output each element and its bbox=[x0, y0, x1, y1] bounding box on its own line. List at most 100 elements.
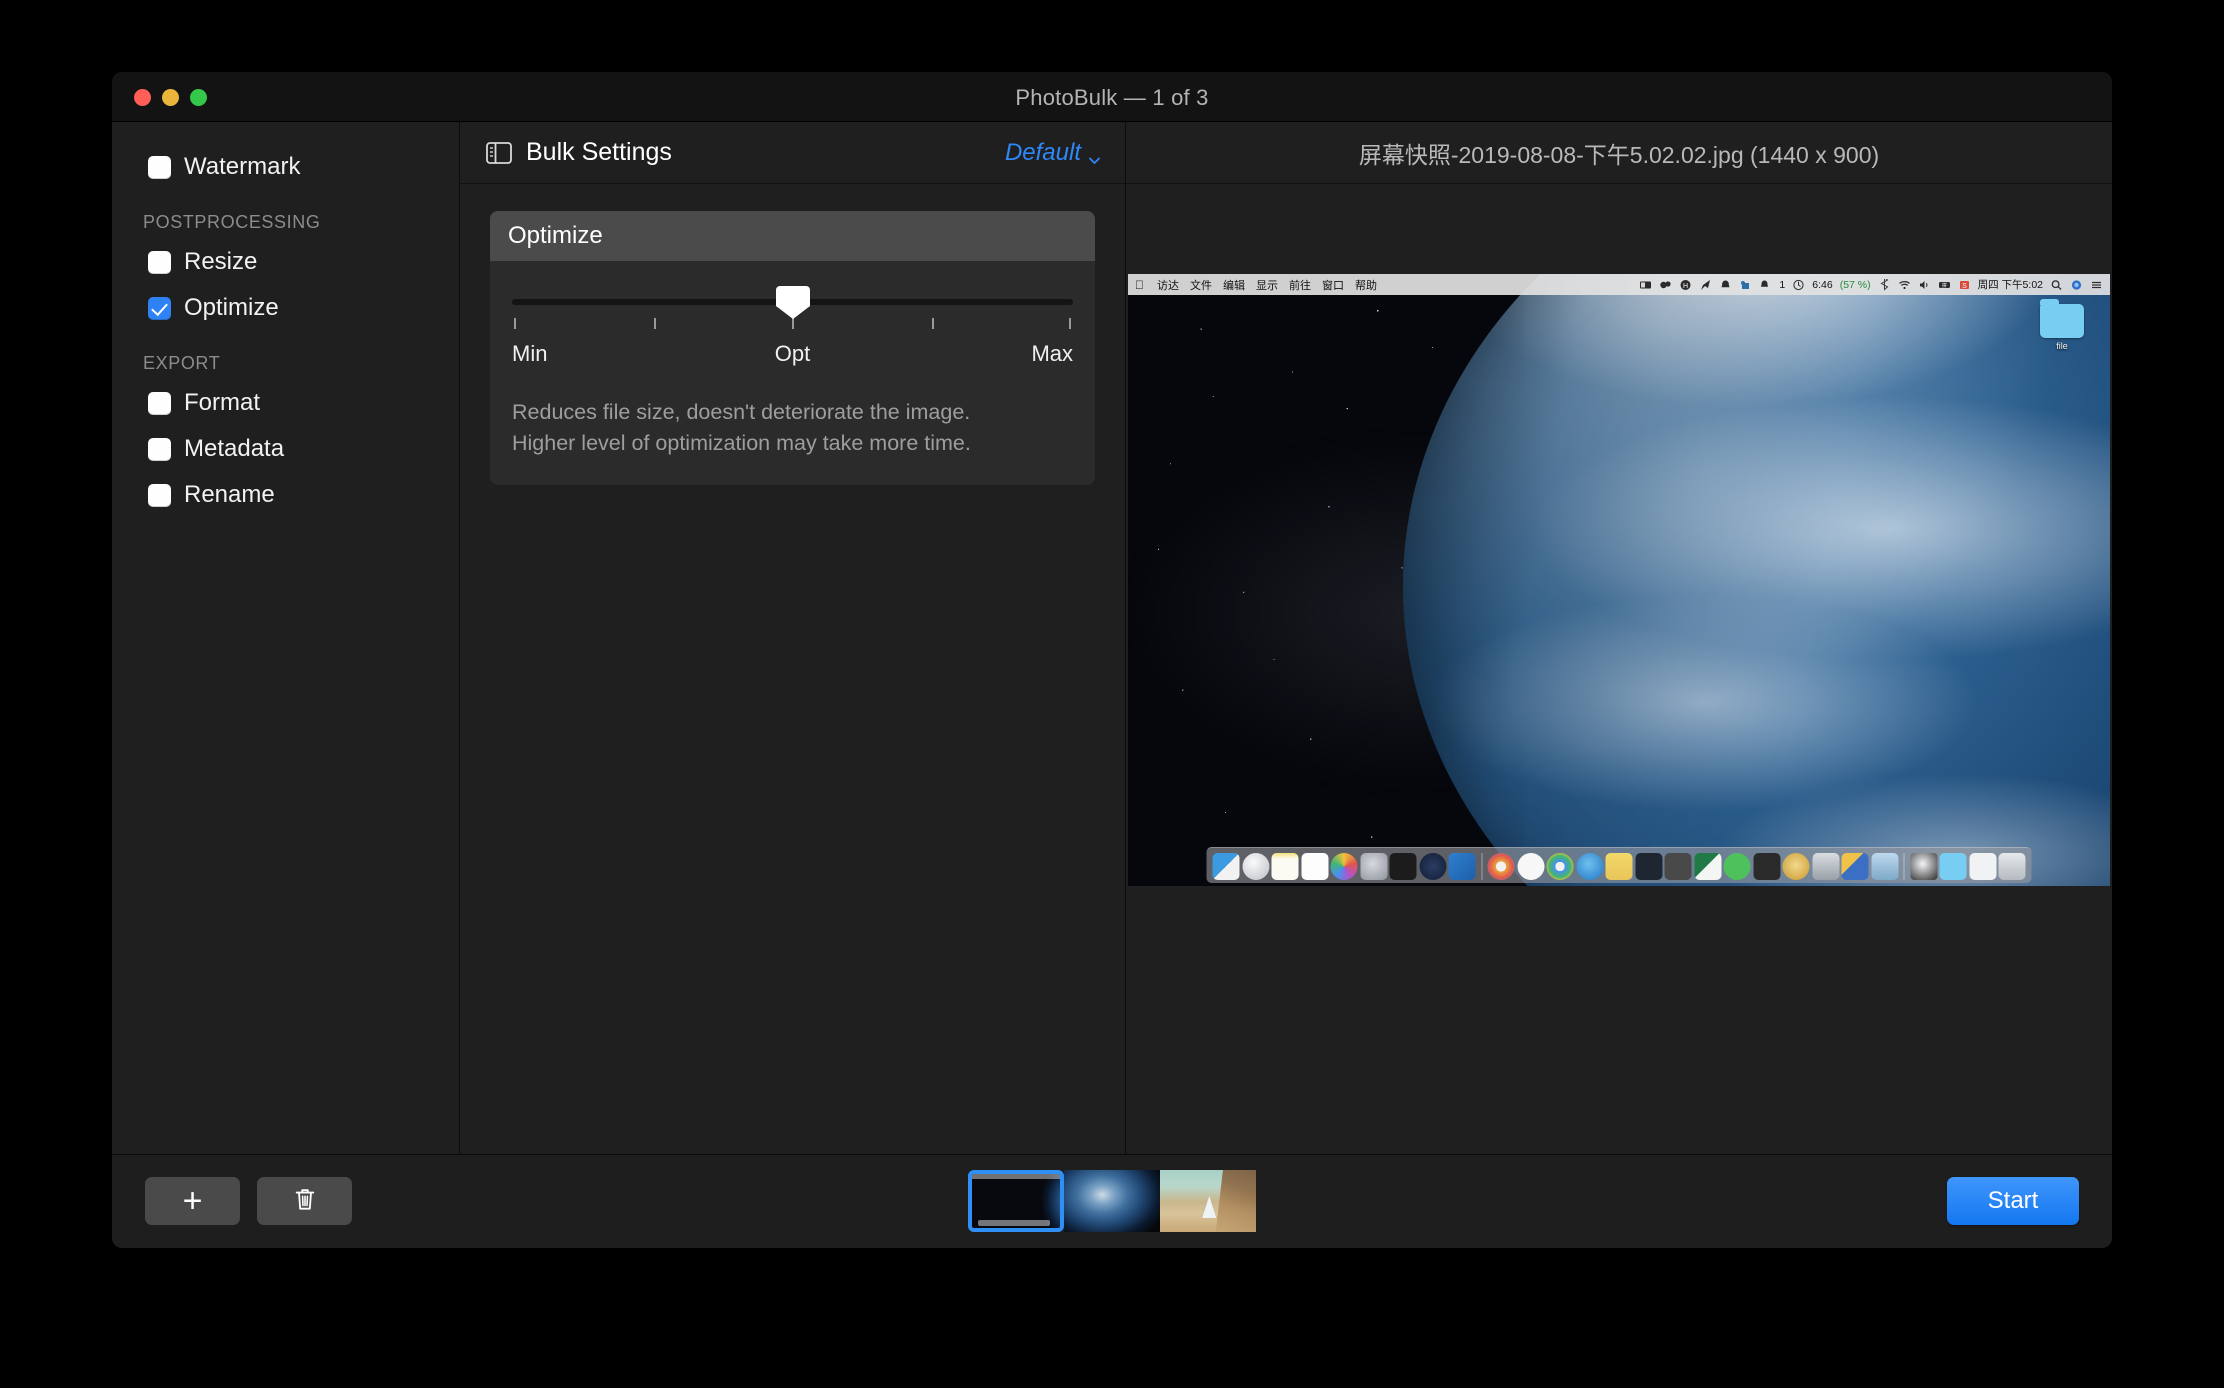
dock-item-stickies[interactable] bbox=[1605, 853, 1633, 880]
dock-item-notes[interactable] bbox=[1271, 853, 1299, 880]
notification-count: 1 bbox=[1779, 278, 1786, 291]
bell-count-icon[interactable] bbox=[1759, 279, 1772, 291]
trash-icon bbox=[293, 1186, 317, 1217]
image-preview[interactable]:  访达 文件 编辑 显示 前往 窗口 帮助 bbox=[1128, 274, 2110, 886]
titlebar: PhotoBulk — 1 of 3 bbox=[112, 72, 2112, 122]
start-button[interactable]: Start bbox=[1947, 1177, 2079, 1225]
menu-help[interactable]: 帮助 bbox=[1355, 277, 1377, 293]
menu-window[interactable]: 窗口 bbox=[1322, 277, 1344, 293]
dock-item-qq[interactable] bbox=[1517, 853, 1544, 880]
metadata-checkbox[interactable] bbox=[148, 437, 171, 461]
dock-item-terminal[interactable] bbox=[1389, 853, 1417, 880]
watermark-checkbox[interactable] bbox=[148, 155, 171, 179]
dock-item-trash[interactable] bbox=[1998, 853, 2026, 880]
bluetooth-icon[interactable] bbox=[1878, 275, 1891, 291]
siri-icon[interactable] bbox=[2070, 279, 2083, 291]
battery-percent: (57 %) bbox=[1839, 278, 1871, 291]
menu-go[interactable]: 前往 bbox=[1289, 277, 1311, 293]
dock-item-code-editor[interactable] bbox=[1753, 853, 1780, 880]
thumbnail-item-1[interactable] bbox=[968, 1170, 1064, 1232]
dock-item-chrome-canary[interactable] bbox=[1487, 853, 1515, 880]
dock-item-navicat[interactable] bbox=[1782, 853, 1810, 880]
screen-icon[interactable] bbox=[1639, 279, 1652, 291]
dock-item-sublime[interactable] bbox=[1664, 853, 1692, 880]
dock-item-truck[interactable] bbox=[1841, 853, 1869, 880]
desktop-icon-file[interactable]: file bbox=[2034, 299, 2090, 351]
rename-checkbox[interactable] bbox=[148, 483, 171, 507]
preset-dropdown[interactable]: Default bbox=[1005, 139, 1101, 167]
add-files-button[interactable]: + bbox=[145, 1177, 240, 1225]
menubar-status-items: H 1 6:46 (57 %) 拼 S 周四 下午5:02 bbox=[1639, 275, 2103, 292]
sidebar-group-postprocessing: POSTPROCESSING bbox=[143, 212, 321, 232]
dock-item-disk[interactable] bbox=[1910, 853, 1937, 880]
sogou-icon[interactable]: S bbox=[1958, 279, 1971, 291]
slider-tick bbox=[791, 318, 794, 329]
dock-item-excel[interactable] bbox=[1694, 853, 1721, 880]
volume-icon[interactable] bbox=[1918, 279, 1931, 291]
dock-item-activity-monitor[interactable] bbox=[1635, 853, 1662, 880]
sidebar: Watermark POSTPROCESSING Resize Optimize… bbox=[112, 122, 460, 1154]
format-checkbox[interactable] bbox=[148, 391, 171, 415]
sidebar-item-optimize[interactable]: Optimize bbox=[112, 285, 459, 331]
sidebar-item-resize[interactable]: Resize bbox=[112, 239, 459, 285]
dock-item-chrome[interactable] bbox=[1546, 853, 1574, 880]
slider-thumb[interactable] bbox=[775, 286, 810, 319]
dock-item-reminders[interactable] bbox=[1301, 853, 1328, 880]
delete-files-button[interactable] bbox=[257, 1177, 352, 1225]
thumbnail-item-3[interactable] bbox=[1160, 1170, 1256, 1232]
notification-center-icon[interactable] bbox=[2090, 279, 2103, 291]
sidebar-item-label: Rename bbox=[184, 481, 275, 508]
evernote-icon[interactable] bbox=[1739, 279, 1752, 291]
rocket-icon[interactable] bbox=[1699, 279, 1712, 291]
dock-item-documents-folder[interactable] bbox=[1969, 853, 1996, 880]
sidebar-item-format[interactable]: Format bbox=[112, 380, 459, 426]
menubar-clock[interactable]: 周四 下午5:02 bbox=[1978, 277, 2043, 292]
h-circle-icon[interactable]: H bbox=[1679, 279, 1692, 291]
input-source-icon[interactable]: 拼 bbox=[1938, 279, 1951, 291]
search-icon[interactable] bbox=[2050, 279, 2063, 291]
screenshot-desktop:  访达 文件 编辑 显示 前往 窗口 帮助 bbox=[1128, 274, 2110, 886]
sidebar-item-watermark[interactable]: Watermark bbox=[112, 144, 459, 190]
dock-item-photos[interactable] bbox=[1330, 853, 1358, 880]
dock-item-ubuntu[interactable] bbox=[1419, 853, 1446, 880]
macos-dock bbox=[1206, 847, 2032, 883]
dock-item-preview[interactable] bbox=[1871, 853, 1898, 880]
photobulk-window: PhotoBulk — 1 of 3 Watermark POSTPROCESS… bbox=[112, 72, 2112, 1248]
menu-view[interactable]: 显示 bbox=[1256, 277, 1278, 293]
dock-item-vscode[interactable] bbox=[1448, 853, 1476, 880]
sidebar-item-label: Metadata bbox=[184, 435, 285, 462]
resize-checkbox[interactable] bbox=[148, 250, 171, 274]
dock-item-system-preferences[interactable] bbox=[1360, 853, 1387, 880]
settings-panel: Bulk Settings Default Optimize Min Opt M… bbox=[460, 122, 1126, 1154]
svg-text:H: H bbox=[1683, 283, 1688, 290]
sidebar-item-label: Format bbox=[184, 389, 261, 416]
optimize-slider[interactable] bbox=[512, 281, 1073, 339]
wifi-icon[interactable] bbox=[1898, 279, 1911, 291]
dropbox-icon[interactable] bbox=[1659, 279, 1672, 291]
dock-item-thunder[interactable] bbox=[1576, 853, 1603, 880]
optimize-checkbox[interactable] bbox=[148, 296, 171, 320]
optimize-panel-title: Optimize bbox=[490, 211, 1095, 261]
menu-finder[interactable]: 访达 bbox=[1157, 277, 1179, 293]
dock-item-finder[interactable] bbox=[1212, 853, 1240, 880]
menu-file[interactable]: 文件 bbox=[1190, 277, 1212, 293]
bell-icon[interactable] bbox=[1719, 279, 1732, 291]
sidebar-item-rename[interactable]: Rename bbox=[112, 472, 459, 518]
sidebar-toggle-icon[interactable] bbox=[486, 141, 512, 164]
dock-item-launchpad[interactable] bbox=[1242, 853, 1269, 880]
menu-edit[interactable]: 编辑 bbox=[1223, 277, 1245, 293]
window-title: PhotoBulk — 1 of 3 bbox=[1015, 85, 1209, 110]
preset-label: Default bbox=[1004, 138, 1081, 166]
thumbnail-strip bbox=[968, 1170, 1256, 1232]
apple-logo-icon[interactable]:  bbox=[1135, 279, 1144, 291]
battery-icon[interactable] bbox=[1792, 279, 1805, 291]
folder-icon bbox=[2040, 299, 2084, 338]
bottom-toolbar: + Start bbox=[112, 1154, 2112, 1247]
dock-separator bbox=[1903, 853, 1905, 880]
slider-tick bbox=[1069, 318, 1072, 329]
dock-item-wechat[interactable] bbox=[1723, 853, 1751, 880]
thumbnail-item-2[interactable] bbox=[1064, 1170, 1160, 1232]
dock-item-virtual-machine[interactable] bbox=[1812, 853, 1839, 880]
dock-item-downloads-folder[interactable] bbox=[1939, 853, 1967, 880]
sidebar-item-metadata[interactable]: Metadata bbox=[112, 426, 459, 472]
